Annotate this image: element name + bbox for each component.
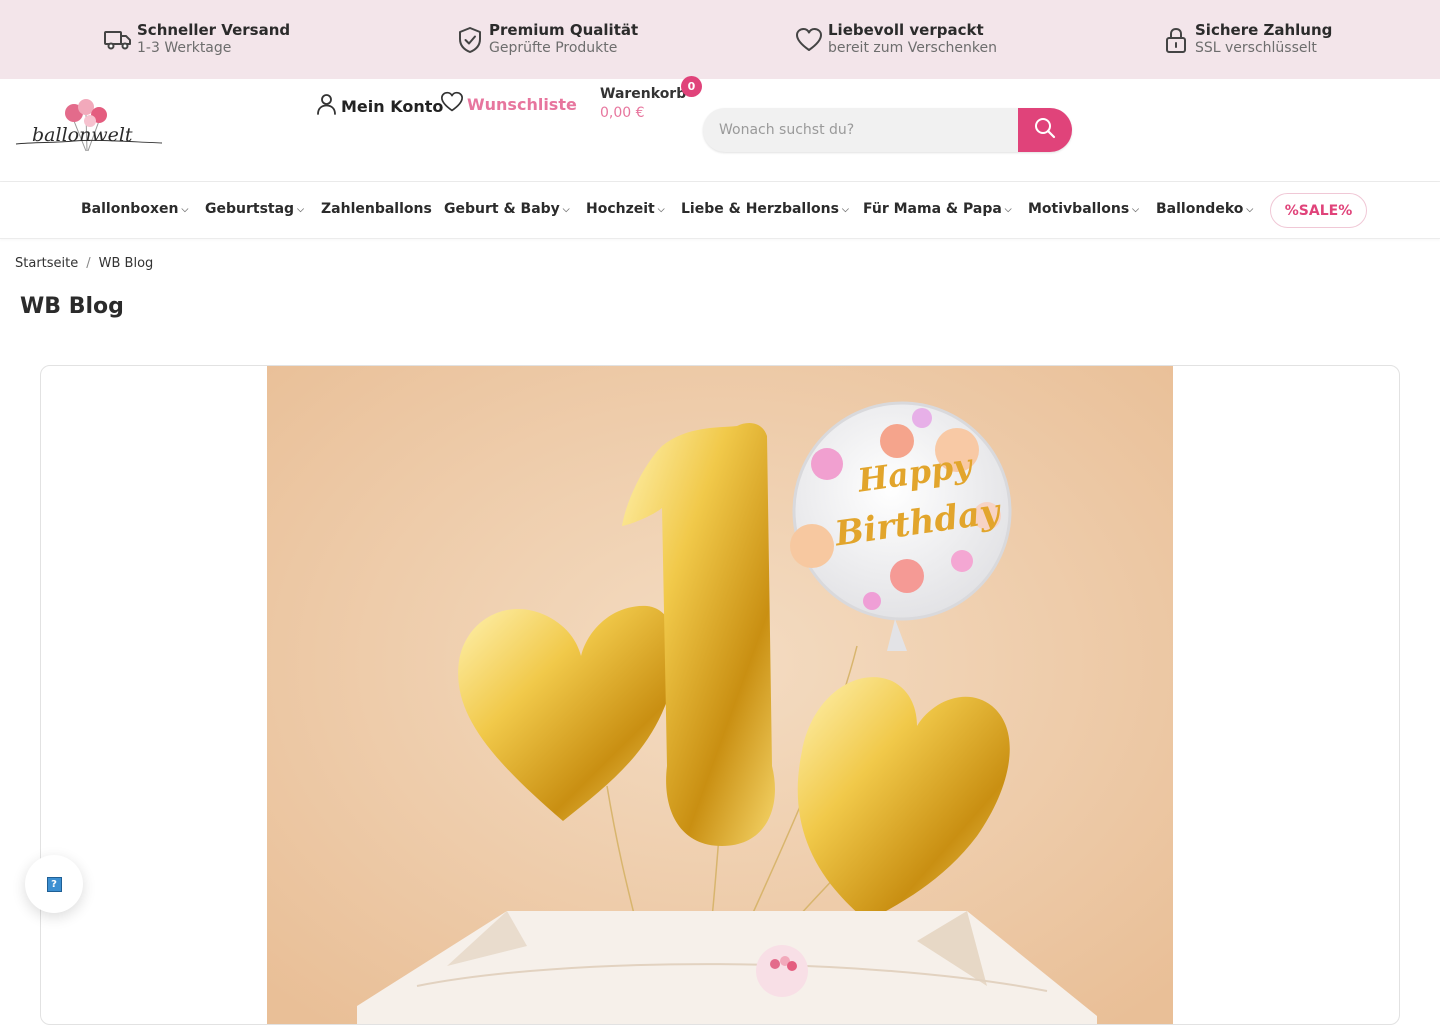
benefit-packaging: Liebevoll verpackt bereit zum Verschenke…	[794, 20, 997, 57]
breadcrumb: Startseite / WB Blog	[15, 256, 153, 271]
sale-button[interactable]: %SALE%	[1270, 193, 1367, 228]
wishlist-link[interactable]: Wunschliste	[440, 91, 577, 117]
nav-item-ballonboxen[interactable]: Ballonboxen ⌵	[81, 201, 188, 217]
benefit-title: Premium Qualität	[489, 21, 639, 39]
page-title: WB Blog	[20, 294, 124, 319]
question-icon: ?	[46, 876, 62, 892]
lock-icon	[1161, 24, 1191, 56]
nav-item-label: Zahlenballons	[321, 201, 432, 217]
breadcrumb-current: WB Blog	[98, 256, 154, 271]
benefit-subtitle: Geprüfte Produkte	[489, 40, 618, 56]
nav-item-label: Ballondeko	[1156, 201, 1244, 217]
nav-item-label: Geburtstag	[205, 201, 295, 217]
shield-check-icon	[455, 24, 485, 56]
account-link[interactable]: Mein Konto	[316, 93, 443, 119]
account-label: Mein Konto	[341, 96, 444, 116]
cart-link[interactable]: Warenkorb 0,00 € 0	[600, 76, 702, 123]
heart-icon	[440, 91, 464, 117]
benefit-title: Liebevoll verpackt	[828, 21, 984, 39]
nav-item-zahlenballons[interactable]: Zahlenballons	[321, 201, 432, 217]
user-icon	[316, 93, 337, 119]
chevron-down-icon: ⌵	[562, 204, 570, 215]
search-input[interactable]	[703, 108, 1018, 152]
chevron-down-icon: ⌵	[657, 204, 665, 215]
benefit-title: Sichere Zahlung	[1195, 21, 1333, 39]
blog-post-card[interactable]: 1 Happy Birthday	[40, 365, 1400, 1025]
chevron-down-icon: ⌵	[297, 204, 304, 215]
search-button[interactable]	[1018, 108, 1072, 152]
site-logo[interactable]: ballonwelt	[14, 95, 164, 161]
breadcrumb-home-link[interactable]: Startseite	[15, 256, 78, 271]
nav-item-label: Motivballons	[1028, 201, 1130, 217]
benefits-bar: Schneller Versand 1-3 Werktage Premium Q…	[0, 0, 1440, 79]
benefit-subtitle: SSL verschlüsselt	[1195, 40, 1317, 56]
cart-label: Warenkorb	[600, 86, 687, 102]
site-header: ballonwelt Mein Konto Wunschliste Warenk…	[0, 76, 1440, 182]
chevron-down-icon: ⌵	[841, 204, 849, 215]
logo-text: ballonwelt	[32, 124, 133, 146]
nav-item-label: Ballonboxen	[81, 201, 179, 217]
chevron-down-icon: ⌵	[1246, 204, 1254, 215]
benefit-shipping: Schneller Versand 1-3 Werktage	[103, 20, 290, 57]
chevron-down-icon: ⌵	[181, 204, 189, 215]
benefit-title: Schneller Versand	[137, 21, 291, 39]
nav-item-hochzeit[interactable]: Hochzeit ⌵	[586, 201, 665, 217]
nav-item-motivballons[interactable]: Motivballons ⌵	[1028, 201, 1139, 217]
benefit-subtitle: 1-3 Werktage	[137, 40, 232, 56]
main-nav: Ballonboxen ⌵ Geburtstag ⌵ Zahlenballons G…	[0, 182, 1440, 239]
search-icon	[1033, 116, 1057, 144]
benefit-subtitle: bereit zum Verschenken	[828, 40, 998, 56]
nav-item-geburtstag[interactable]: Geburtstag ⌵	[205, 201, 304, 217]
nav-item-label: Hochzeit	[586, 201, 655, 217]
nav-item-label: Für Mama & Papa	[863, 201, 1002, 217]
nav-item-label: Geburt & Baby	[444, 201, 560, 217]
heart-icon	[794, 24, 824, 56]
blog-post-image[interactable]: 1 Happy Birthday	[267, 366, 1173, 1024]
nav-item-mama-papa[interactable]: Für Mama & Papa ⌵	[863, 201, 1012, 217]
search-box	[703, 108, 1072, 152]
wishlist-label: Wunschliste	[467, 94, 577, 114]
benefit-quality: Premium Qualität Geprüfte Produkte	[455, 20, 638, 57]
nav-item-ballondeko[interactable]: Ballondeko ⌵	[1156, 201, 1253, 217]
nav-item-geburt-baby[interactable]: Geburt & Baby ⌵	[444, 201, 570, 217]
truck-icon	[103, 24, 133, 56]
nav-item-label: Liebe & Herzballons	[681, 201, 839, 217]
chevron-down-icon: ⌵	[1004, 204, 1012, 215]
cart-count-badge: 0	[681, 76, 702, 97]
help-widget-button[interactable]: ?	[25, 855, 83, 913]
nav-item-liebe-herzballons[interactable]: Liebe & Herzballons ⌵	[681, 201, 849, 217]
cart-amount: 0,00 €	[600, 105, 645, 121]
breadcrumb-separator: /	[86, 256, 91, 271]
benefit-payment: Sichere Zahlung SSL verschlüsselt	[1161, 20, 1332, 57]
chevron-down-icon: ⌵	[1132, 204, 1139, 215]
